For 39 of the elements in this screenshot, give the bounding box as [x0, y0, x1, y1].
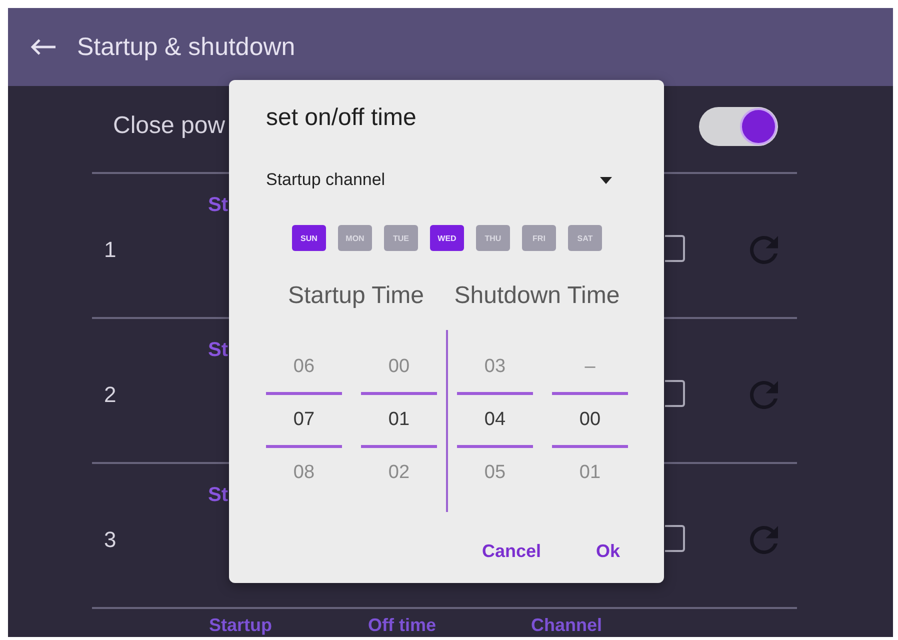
back-icon[interactable]: [30, 39, 56, 55]
day-button[interactable]: TUE: [384, 225, 418, 251]
column-label: Startup: [209, 615, 272, 635]
column-label: Channel: [531, 615, 602, 635]
time-label: Startup Time: [286, 282, 426, 310]
minute-value[interactable]: 01: [361, 395, 437, 445]
row-number: 2: [104, 382, 116, 408]
day-button[interactable]: THU: [476, 225, 510, 251]
minute-value[interactable]: 01: [552, 448, 628, 498]
row-number: 3: [104, 527, 116, 553]
ok-button[interactable]: Ok: [588, 536, 628, 566]
column-label: Off time: [368, 615, 436, 635]
schedule-label: St: [208, 338, 228, 362]
row-number: 1: [104, 237, 116, 263]
hour-value[interactable]: 08: [266, 448, 342, 498]
day-button[interactable]: MON: [338, 225, 372, 251]
cancel-button[interactable]: Cancel: [474, 536, 549, 566]
page-title: Startup & shutdown: [77, 32, 296, 62]
minute-value[interactable]: 00: [361, 342, 437, 392]
dialog-title: set on/off time: [266, 104, 418, 132]
day-button[interactable]: WED: [430, 225, 464, 251]
hour-value[interactable]: 03: [457, 342, 533, 392]
day-button[interactable]: SUN: [292, 225, 326, 251]
time-label: Shutdown Time: [453, 282, 621, 310]
setting-label: Close pow: [113, 112, 226, 140]
schedule-label: St: [208, 483, 228, 507]
day-button[interactable]: SAT: [568, 225, 602, 251]
caret-icon: [600, 176, 612, 184]
toggle-switch[interactable]: [699, 106, 778, 146]
hour-value[interactable]: 05: [457, 448, 533, 498]
minute-value[interactable]: 00: [552, 395, 628, 445]
day-button[interactable]: FRI: [522, 225, 556, 251]
schedule-label: St: [208, 193, 228, 217]
hour-value[interactable]: 07: [266, 395, 342, 445]
channel-dropdown[interactable]: Startup channel: [266, 169, 616, 191]
minute-value[interactable]: –: [552, 342, 628, 392]
hour-value[interactable]: 04: [457, 395, 533, 445]
minute-value[interactable]: 02: [361, 448, 437, 498]
hour-value[interactable]: 06: [266, 342, 342, 392]
